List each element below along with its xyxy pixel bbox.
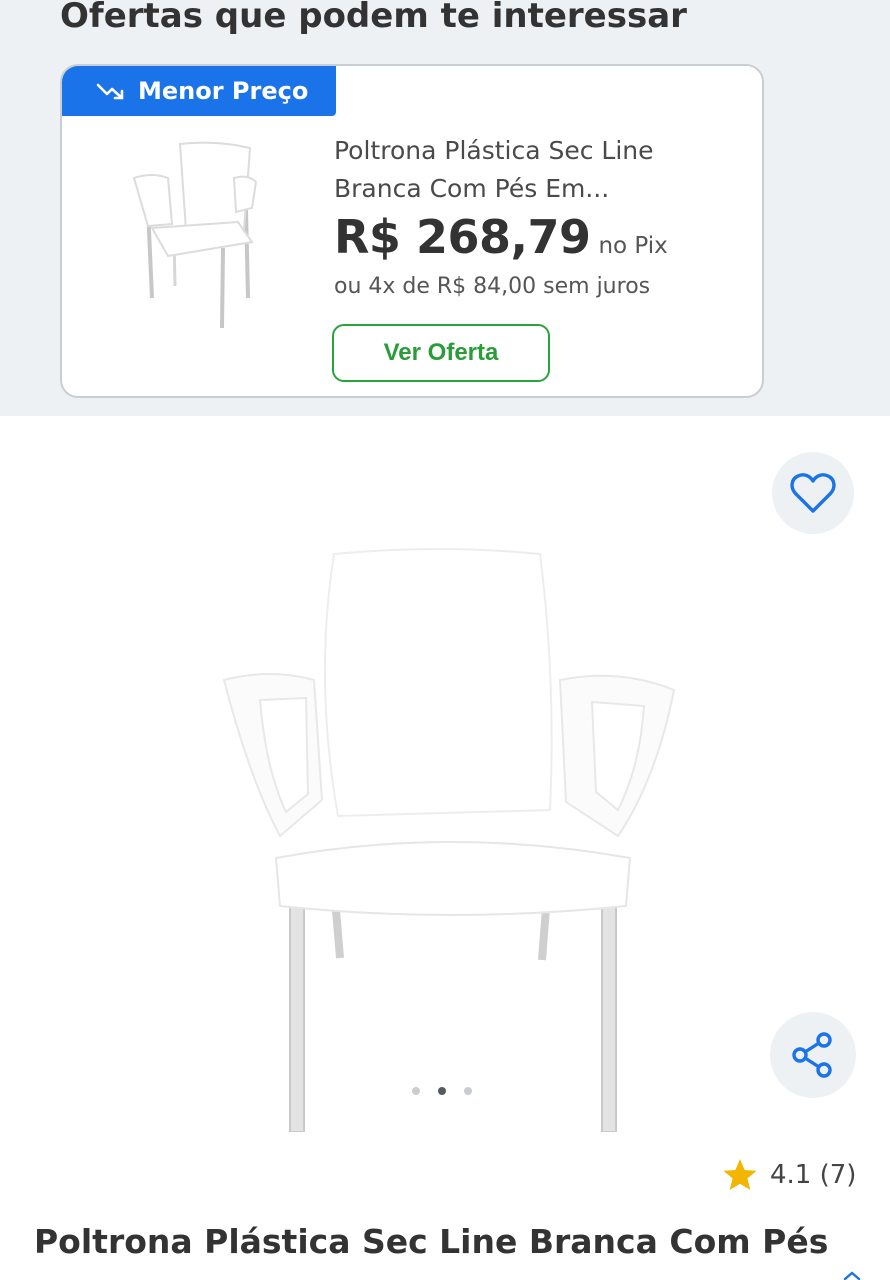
offer-installments: ou 4x de R$ 84,00 sem juros xyxy=(334,274,651,299)
rating-text: 4.1 (7) xyxy=(770,1160,857,1190)
badge-label: Menor Preço xyxy=(138,77,309,105)
offer-product-thumbnail xyxy=(132,141,258,329)
carousel-dot-active[interactable] xyxy=(438,1087,446,1095)
share-button[interactable] xyxy=(770,1012,856,1098)
offers-title: Ofertas que podem te interessar xyxy=(60,0,687,36)
star-icon xyxy=(723,1159,757,1190)
offer-price: R$ 268,79 xyxy=(334,210,591,264)
carousel-dots xyxy=(412,1087,472,1095)
heart-icon xyxy=(790,473,836,513)
product-title: Poltrona Plástica Sec Line Branca Com Pé… xyxy=(34,1222,829,1261)
offer-price-row: R$ 268,79 no Pix xyxy=(334,210,668,264)
product-rating[interactable]: 4.1 (7) xyxy=(722,1158,856,1192)
chevron-icon[interactable] xyxy=(842,1270,862,1280)
lowest-price-badge: Menor Preço xyxy=(62,66,336,116)
share-icon xyxy=(792,1032,832,1078)
ver-oferta-button[interactable]: Ver Oferta xyxy=(332,324,550,382)
offers-section: Ofertas que podem te interessar Menor Pr… xyxy=(0,0,890,416)
favorite-button[interactable] xyxy=(772,452,854,534)
offer-card[interactable]: Menor Preço Poltrona Plástica Sec Line B… xyxy=(60,64,764,398)
carousel-dot[interactable] xyxy=(412,1087,420,1095)
offer-price-suffix: no Pix xyxy=(598,233,668,259)
offer-product-name[interactable]: Poltrona Plástica Sec Line Branca Com Pé… xyxy=(334,132,734,208)
trending-down-icon xyxy=(96,83,124,100)
carousel-dot[interactable] xyxy=(464,1087,472,1095)
product-main-image xyxy=(222,548,676,1132)
